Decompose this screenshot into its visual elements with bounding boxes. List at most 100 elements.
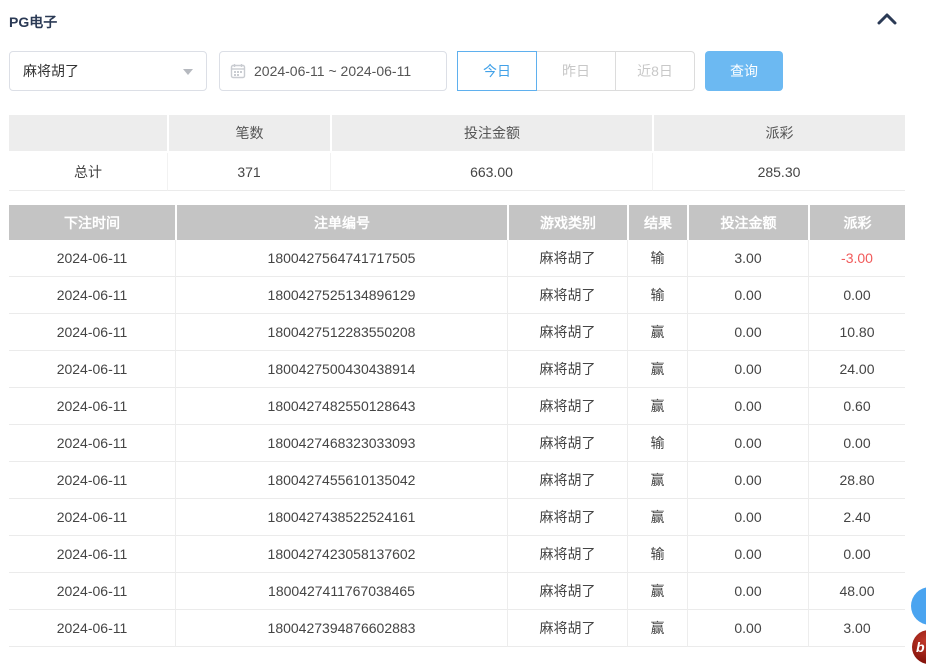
cell-order-number: 1800427423058137602 xyxy=(175,536,507,573)
summary-header-row: 笔数 投注金额 派彩 xyxy=(9,115,905,153)
floating-brand-button[interactable]: b xyxy=(912,630,926,664)
cell-bet-time: 2024-06-11 xyxy=(9,388,175,425)
cell-bet-amount: 0.00 xyxy=(687,610,808,647)
cell-result: 输 xyxy=(627,277,687,314)
cell-bet-amount: 0.00 xyxy=(687,277,808,314)
table-row: 2024-06-11 1800427482550128643 麻将胡了 赢 0.… xyxy=(9,388,905,425)
table-row: 2024-06-11 1800427564741717505 麻将胡了 输 3.… xyxy=(9,240,905,277)
cell-game-type: 麻将胡了 xyxy=(507,462,627,499)
quick-date-button[interactable]: 近8日 xyxy=(615,51,695,91)
summary-total-count: 371 xyxy=(167,153,330,191)
cell-game-type: 麻将胡了 xyxy=(507,314,627,351)
cell-result: 赢 xyxy=(627,499,687,536)
summary-table: 笔数 投注金额 派彩 总计 371 663.00 285.30 xyxy=(9,115,905,191)
cell-game-type: 麻将胡了 xyxy=(507,573,627,610)
quick-date-button[interactable]: 今日 xyxy=(457,51,537,91)
cell-result: 输 xyxy=(627,536,687,573)
cell-payout: -3.00 xyxy=(808,240,905,277)
cell-bet-amount: 0.00 xyxy=(687,425,808,462)
cell-order-number: 1800427482550128643 xyxy=(175,388,507,425)
cell-bet-amount: 0.00 xyxy=(687,573,808,610)
cell-payout: 0.00 xyxy=(808,536,905,573)
cell-payout: 0.00 xyxy=(808,277,905,314)
cell-bet-time: 2024-06-11 xyxy=(9,573,175,610)
table-header-row: 下注时间 注单编号 游戏类别 结果 投注金额 派彩 xyxy=(9,205,905,240)
floating-chat-button[interactable] xyxy=(911,587,926,625)
cell-bet-time: 2024-06-11 xyxy=(9,351,175,388)
cell-payout: 28.80 xyxy=(808,462,905,499)
cell-game-type: 麻将胡了 xyxy=(507,536,627,573)
chevron-down-icon xyxy=(183,69,193,75)
table-row: 2024-06-11 1800427423058137602 麻将胡了 输 0.… xyxy=(9,536,905,573)
cell-bet-time: 2024-06-11 xyxy=(9,610,175,647)
cell-bet-time: 2024-06-11 xyxy=(9,240,175,277)
cell-bet-time: 2024-06-11 xyxy=(9,462,175,499)
bet-records-table: 下注时间 注单编号 游戏类别 结果 投注金额 派彩 2024-06-11 180… xyxy=(9,205,905,647)
table-row: 2024-06-11 1800427500430438914 麻将胡了 赢 0.… xyxy=(9,351,905,388)
brand-letter: b xyxy=(916,639,925,655)
cell-order-number: 1800427500430438914 xyxy=(175,351,507,388)
cell-order-number: 1800427438522524161 xyxy=(175,499,507,536)
header-payout: 派彩 xyxy=(808,205,905,240)
cell-result: 赢 xyxy=(627,314,687,351)
quick-date-button[interactable]: 昨日 xyxy=(536,51,616,91)
cell-bet-amount: 0.00 xyxy=(687,536,808,573)
cell-order-number: 1800427455610135042 xyxy=(175,462,507,499)
game-select[interactable]: 麻将胡了 xyxy=(9,51,207,91)
table-row: 2024-06-11 1800427525134896129 麻将胡了 输 0.… xyxy=(9,277,905,314)
table-row: 2024-06-11 1800427468323033093 麻将胡了 输 0.… xyxy=(9,425,905,462)
cell-order-number: 1800427468323033093 xyxy=(175,425,507,462)
cell-game-type: 麻将胡了 xyxy=(507,610,627,647)
cell-game-type: 麻将胡了 xyxy=(507,277,627,314)
query-button[interactable]: 查询 xyxy=(705,51,783,91)
cell-game-type: 麻将胡了 xyxy=(507,351,627,388)
cell-bet-time: 2024-06-11 xyxy=(9,277,175,314)
cell-bet-amount: 0.00 xyxy=(687,388,808,425)
cell-bet-time: 2024-06-11 xyxy=(9,314,175,351)
chevron-up-icon xyxy=(876,12,898,29)
cell-game-type: 麻将胡了 xyxy=(507,388,627,425)
cell-order-number: 1800427512283550208 xyxy=(175,314,507,351)
cell-bet-amount: 0.00 xyxy=(687,351,808,388)
summary-total-payout: 285.30 xyxy=(652,153,905,191)
cell-bet-amount: 3.00 xyxy=(687,240,808,277)
cell-bet-amount: 0.00 xyxy=(687,499,808,536)
table-row: 2024-06-11 1800427512283550208 麻将胡了 赢 0.… xyxy=(9,314,905,351)
header-result: 结果 xyxy=(627,205,687,240)
cell-bet-time: 2024-06-11 xyxy=(9,499,175,536)
cell-result: 赢 xyxy=(627,351,687,388)
cell-bet-time: 2024-06-11 xyxy=(9,425,175,462)
cell-game-type: 麻将胡了 xyxy=(507,499,627,536)
filter-bar: 麻将胡了 2024-06-11 ~ 2024-06-11 今日 昨日 近 xyxy=(9,51,919,91)
summary-total-label: 总计 xyxy=(9,153,167,191)
collapse-button[interactable] xyxy=(870,6,904,34)
cell-result: 赢 xyxy=(627,610,687,647)
cell-result: 赢 xyxy=(627,573,687,610)
table-row: 2024-06-11 1800427394876602883 麻将胡了 赢 0.… xyxy=(9,610,905,647)
cell-game-type: 麻将胡了 xyxy=(507,240,627,277)
summary-header-empty xyxy=(9,115,167,153)
cell-payout: 24.00 xyxy=(808,351,905,388)
header-game-type: 游戏类别 xyxy=(507,205,627,240)
cell-order-number: 1800427564741717505 xyxy=(175,240,507,277)
cell-payout: 0.60 xyxy=(808,388,905,425)
page-title: PG电子 xyxy=(9,12,57,32)
cell-payout: 0.00 xyxy=(808,425,905,462)
summary-total-row: 总计 371 663.00 285.30 xyxy=(9,153,905,191)
table-row: 2024-06-11 1800427438522524161 麻将胡了 赢 0.… xyxy=(9,499,905,536)
date-range-input[interactable]: 2024-06-11 ~ 2024-06-11 xyxy=(219,51,447,91)
table-row: 2024-06-11 1800427411767038465 麻将胡了 赢 0.… xyxy=(9,573,905,610)
cell-bet-amount: 0.00 xyxy=(687,314,808,351)
cell-payout: 2.40 xyxy=(808,499,905,536)
cell-payout: 48.00 xyxy=(808,573,905,610)
cell-result: 输 xyxy=(627,240,687,277)
cell-bet-time: 2024-06-11 xyxy=(9,536,175,573)
cell-order-number: 1800427525134896129 xyxy=(175,277,507,314)
header-order-number: 注单编号 xyxy=(175,205,507,240)
game-select-value: 麻将胡了 xyxy=(23,63,79,79)
quick-date-button-group: 今日 昨日 近8日 xyxy=(458,51,695,91)
header-bet-time: 下注时间 xyxy=(9,205,175,240)
summary-header-payout: 派彩 xyxy=(652,115,905,153)
date-range-value: 2024-06-11 ~ 2024-06-11 xyxy=(254,63,411,79)
summary-total-bet-amount: 663.00 xyxy=(330,153,652,191)
